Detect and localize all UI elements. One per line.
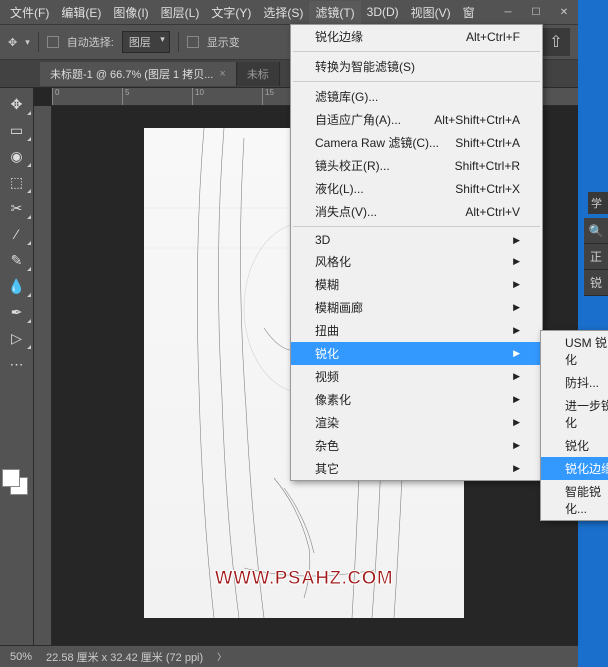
menu-item-视频[interactable]: 视频▶ <box>291 365 542 388</box>
crop-tool[interactable]: ✂ <box>2 196 32 220</box>
right-panel-icons: 🔍 正 锐 <box>584 218 608 296</box>
show-transform-label: 显示变 <box>207 34 240 50</box>
menu-select[interactable]: 选择(S) <box>257 1 309 24</box>
menu-edit[interactable]: 编辑(E) <box>55 1 107 24</box>
document-tab-inactive[interactable]: 未标 <box>237 62 280 86</box>
color-swatch[interactable] <box>0 467 30 497</box>
menu-type[interactable]: 文字(Y) <box>205 1 257 24</box>
submenu-item[interactable]: 锐化边缘 <box>541 457 608 480</box>
sharpen-submenu: USM 锐化防抖...进一步锐化锐化锐化边缘智能锐化... <box>540 330 608 521</box>
minimize-button[interactable]: ─ <box>494 0 522 24</box>
submenu-item[interactable]: USM 锐化 <box>541 331 608 371</box>
move-tool[interactable]: ✥ <box>2 92 32 116</box>
menu-item-模糊画廊[interactable]: 模糊画廊▶ <box>291 296 542 319</box>
document-tab-active[interactable]: 未标题-1 @ 66.7% (图层 1 拷贝... × <box>40 62 237 86</box>
submenu-item[interactable]: 进一步锐化 <box>541 394 608 434</box>
statusbar-chevron-icon[interactable]: 〉 <box>217 650 226 663</box>
menu-item-像素化[interactable]: 像素化▶ <box>291 388 542 411</box>
panel-tab-2[interactable]: 锐 <box>584 270 608 296</box>
filter-menu: 锐化边缘 Alt+Ctrl+F 转换为智能滤镜(S) 滤镜库(G)...自适应广… <box>290 24 543 481</box>
quick-select-tool[interactable]: ⬚ <box>2 170 32 194</box>
menu-item[interactable]: Camera Raw 滤镜(C)...Shift+Ctrl+A <box>291 131 542 154</box>
submenu-item[interactable]: 智能锐化... <box>541 480 608 520</box>
menu-file[interactable]: 文件(F) <box>4 1 55 24</box>
menu-item-其它[interactable]: 其它▶ <box>291 457 542 480</box>
menu-item-锐化[interactable]: 锐化▶ <box>291 342 542 365</box>
submenu-item[interactable]: 锐化 <box>541 434 608 457</box>
menu-item-3D[interactable]: 3D▶ <box>291 230 542 250</box>
menu-view[interactable]: 视图(V) <box>405 1 457 24</box>
menu-item-风格化[interactable]: 风格化▶ <box>291 250 542 273</box>
brush-tool[interactable]: ✎ <box>2 248 32 272</box>
submenu-item[interactable]: 防抖... <box>541 371 608 394</box>
panel-tab-1[interactable]: 正 <box>584 244 608 270</box>
marquee-tool[interactable]: ▭ <box>2 118 32 142</box>
layer-dropdown[interactable]: 图层 <box>122 31 170 53</box>
path-select-tool[interactable]: ▷ <box>2 326 32 350</box>
tab-close-icon[interactable]: × <box>219 68 225 80</box>
menu-item[interactable]: 镜头校正(R)...Shift+Ctrl+R <box>291 154 542 177</box>
menu-item-模糊[interactable]: 模糊▶ <box>291 273 542 296</box>
auto-select-checkbox[interactable] <box>47 36 59 48</box>
eyedropper-tool[interactable]: ⁄ <box>2 222 32 246</box>
menu-3d[interactable]: 3D(D) <box>361 2 405 22</box>
menu-item[interactable]: 滤镜库(G)... <box>291 85 542 108</box>
statusbar: 50% 22.58 厘米 x 32.42 厘米 (72 ppi) 〉 <box>0 645 578 667</box>
foreground-color[interactable] <box>2 469 20 487</box>
ruler-vertical[interactable] <box>34 106 52 645</box>
menu-layer[interactable]: 图层(L) <box>155 1 206 24</box>
menu-filter[interactable]: 滤镜(T) <box>309 1 360 24</box>
menu-window[interactable]: 窗 <box>457 1 481 24</box>
pen-tool[interactable]: ✒ <box>2 300 32 324</box>
tab-title: 未标题-1 @ 66.7% (图层 1 拷贝... <box>50 66 213 82</box>
toolbox: ✥ ▭ ◉ ⬚ ✂ ⁄ ✎ 💧 ✒ ▷ ⋯ <box>0 88 34 645</box>
menu-image[interactable]: 图像(I) <box>107 1 154 24</box>
panel-header[interactable]: 学 <box>588 192 608 214</box>
edit-toolbar[interactable]: ⋯ <box>2 352 32 376</box>
menu-item[interactable]: 液化(L)...Shift+Ctrl+X <box>291 177 542 200</box>
menu-item-渲染[interactable]: 渲染▶ <box>291 411 542 434</box>
blur-tool[interactable]: 💧 <box>2 274 32 298</box>
menu-item[interactable]: 消失点(V)...Alt+Ctrl+V <box>291 200 542 223</box>
menu-smart-filter[interactable]: 转换为智能滤镜(S) <box>291 55 542 78</box>
zoom-level[interactable]: 50% <box>10 651 32 663</box>
menu-item-扭曲[interactable]: 扭曲▶ <box>291 319 542 342</box>
close-button[interactable]: ✕ <box>550 0 578 24</box>
watermark: WWW.PSAHZ.COM <box>215 568 394 590</box>
menu-item-杂色[interactable]: 杂色▶ <box>291 434 542 457</box>
window-controls: ─ ☐ ✕ <box>494 0 578 24</box>
move-tool-icon[interactable]: ✥ <box>8 36 17 49</box>
maximize-button[interactable]: ☐ <box>522 0 550 24</box>
show-transform-checkbox[interactable] <box>187 36 199 48</box>
auto-select-label: 自动选择: <box>67 34 114 50</box>
document-dims: 22.58 厘米 x 32.42 厘米 (72 ppi) <box>46 649 203 665</box>
menu-last-filter[interactable]: 锐化边缘 Alt+Ctrl+F <box>291 25 542 48</box>
search-icon[interactable]: 🔍 <box>584 218 608 244</box>
menu-item[interactable]: 自适应广角(A)...Alt+Shift+Ctrl+A <box>291 108 542 131</box>
lasso-tool[interactable]: ◉ <box>2 144 32 168</box>
tab-title: 未标 <box>247 66 269 82</box>
menubar: 文件(F) 编辑(E) 图像(I) 图层(L) 文字(Y) 选择(S) 滤镜(T… <box>0 0 578 24</box>
share-icon[interactable]: ⇧ <box>542 28 570 56</box>
